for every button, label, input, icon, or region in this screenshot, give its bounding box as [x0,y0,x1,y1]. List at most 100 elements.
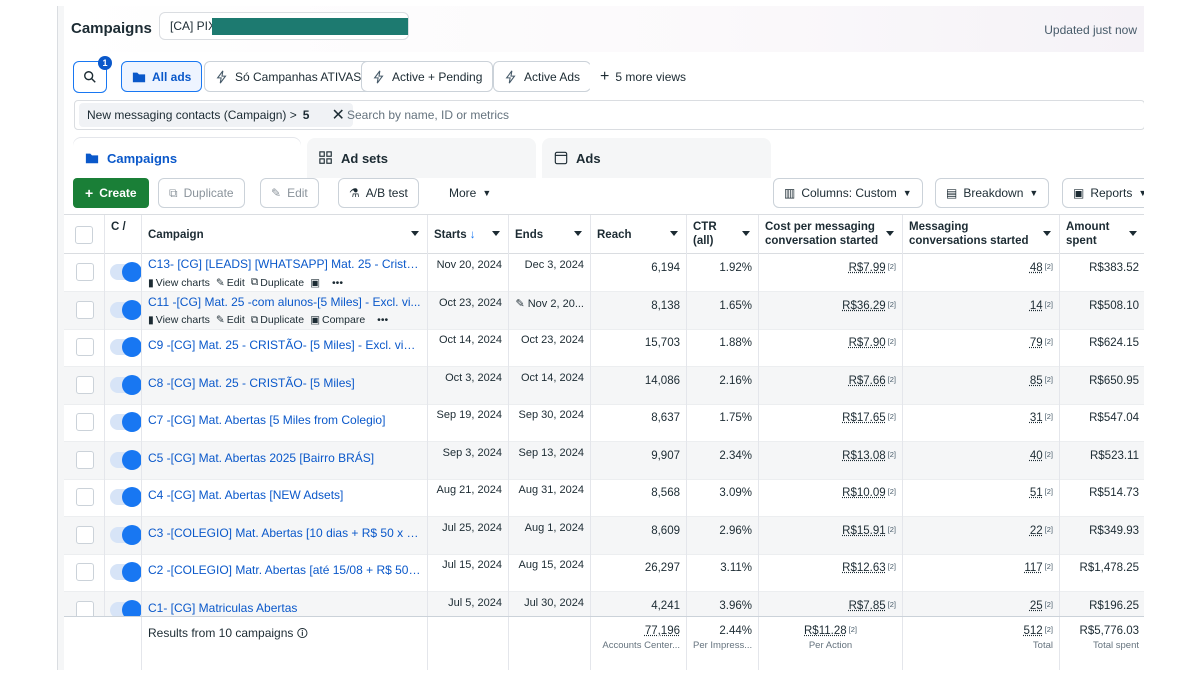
campaign-name-link[interactable]: C7 -[CG] Mat. Abertas [5 Miles from Cole… [148,413,421,427]
messaging-value[interactable]: 31 [1030,412,1043,424]
cost-value[interactable]: R$7.66 [849,375,886,387]
column-amount-spent[interactable]: Amount spent [1059,215,1144,255]
table-row[interactable]: C13- [CG] [LEADS] [WHATSAPP] Mat. 25 - C… [64,254,1144,292]
column-cost-per-conversation[interactable]: Cost per messaging conversation started [758,215,902,255]
campaign-name-link[interactable]: C5 -[CG] Mat. Abertas 2025 [Bairro BRÁS] [148,451,421,465]
more-button[interactable]: More ▼ [438,178,503,208]
summary-cost-value[interactable]: R$11.28 [804,625,847,637]
row-checkbox[interactable] [76,488,94,506]
column-starts[interactable]: Starts ↓ [427,215,508,255]
row-checkbox[interactable] [76,375,94,394]
messaging-value[interactable]: 14 [1030,300,1043,312]
campaign-toggle[interactable] [110,374,142,395]
account-selector[interactable]: [CA] PIX [159,12,409,40]
messaging-value[interactable]: 40 [1030,450,1043,462]
messaging-value[interactable]: 117 [1024,562,1042,574]
column-ctr[interactable]: CTR (all) [686,215,758,255]
breakdown-button[interactable]: ▤ Breakdown ▼ [935,178,1050,208]
view-charts-action[interactable]: ▮ View charts [148,277,210,289]
campaign-name-link[interactable]: C13- [CG] [LEADS] [WHATSAPP] Mat. 25 - C… [148,257,421,271]
campaign-name-link[interactable]: C1- [CG] Matriculas Abertas [148,601,421,615]
columns-button[interactable]: ▥ Columns: Custom ▼ [773,178,923,208]
row-checkbox[interactable] [76,413,94,431]
campaign-name-link[interactable]: C11 -[CG] Mat. 25 -com alunos-[5 Miles] … [148,295,421,309]
table-row[interactable]: C9 -[CG] Mat. 25 - CRISTÃO- [5 Miles] - … [64,329,1144,367]
view-active-ads[interactable]: Active Ads [493,61,592,92]
cost-value[interactable]: R$10.09 [842,487,885,499]
table-row[interactable]: C4 -[CG] Mat. Abertas [NEW Adsets] Aug 21… [64,479,1144,517]
summary-msgs-value[interactable]: 512 [1023,625,1042,637]
messaging-value[interactable]: 25 [1030,600,1043,612]
column-onoff[interactable]: C / [104,215,141,255]
compare-action[interactable]: ▣ Compare [310,314,365,326]
create-button[interactable]: + Create [73,178,149,208]
cost-value[interactable]: R$13.08 [842,450,885,462]
column-ends[interactable]: Ends [508,215,590,255]
messaging-value[interactable]: 48 [1030,262,1043,274]
table-row[interactable]: C8 -[CG] Mat. 25 - CRISTÃO- [5 Miles] Oct… [64,366,1144,405]
row-checkbox[interactable] [76,563,94,581]
more-options-icon[interactable]: ••• [332,277,343,289]
info-icon[interactable]: 🛈 [297,628,308,640]
campaign-toggle[interactable] [110,562,142,582]
campaign-name-link[interactable]: C3 -[COLEGIO] Mat. Abertas [10 dias + R$… [148,526,421,540]
messaging-value[interactable]: 51 [1030,487,1043,499]
cost-value[interactable]: R$36.29 [842,300,885,312]
campaign-toggle[interactable] [110,299,142,320]
table-row[interactable]: C2 -[COLEGIO] Matr. Abertas [até 15/08 +… [64,554,1144,592]
more-options-icon[interactable]: ••• [377,314,388,326]
view-active-pending[interactable]: Active + Pending [361,61,494,92]
filter-chip[interactable]: New messaging contacts (Campaign) > 5 ✕ [79,103,353,127]
column-campaign[interactable]: Campaign [141,215,427,255]
cost-value[interactable]: R$7.85 [849,600,886,612]
search-input[interactable]: Search by name, ID or metrics [347,108,509,122]
campaign-name-link[interactable]: C2 -[COLEGIO] Matr. Abertas [até 15/08 +… [148,563,421,577]
view-active-campaigns[interactable]: Só Campanhas ATIVAS [204,61,373,92]
close-icon[interactable]: ✕ [331,105,344,125]
campaign-toggle[interactable] [110,262,142,282]
ab-test-button[interactable]: ⚗ A/B test [338,178,419,208]
view-all-ads[interactable]: All ads [121,61,203,92]
messaging-value[interactable]: 85 [1030,375,1043,387]
edit-action[interactable]: ✎ Edit [216,277,245,289]
campaign-name-link[interactable]: C8 -[CG] Mat. 25 - CRISTÃO- [5 Miles] [148,376,421,390]
cost-value[interactable]: R$7.99 [849,262,886,274]
tab-campaigns[interactable]: Campaigns [73,138,301,178]
campaign-name-link[interactable]: C9 -[CG] Mat. 25 - CRISTÃO- [5 Miles] - … [148,338,421,352]
row-checkbox[interactable] [76,450,94,469]
table-row[interactable]: C5 -[CG] Mat. Abertas 2025 [Bairro BRÁS]… [64,441,1144,480]
select-all-checkbox[interactable] [75,226,93,244]
duplicate-action[interactable]: ⧉ Duplicate [251,314,304,327]
row-checkbox[interactable] [76,525,94,544]
campaign-toggle[interactable] [110,412,142,432]
row-checkbox[interactable] [76,338,94,356]
campaign-toggle[interactable] [110,487,142,507]
view-charts-action[interactable]: ▮ View charts [148,314,210,326]
campaign-toggle[interactable] [110,337,142,357]
duplicate-action[interactable]: ⧉ Duplicate [251,276,304,289]
row-checkbox[interactable] [76,300,94,319]
cost-value[interactable]: R$7.90 [849,337,886,349]
campaign-toggle[interactable] [110,524,142,545]
campaign-toggle[interactable] [110,449,142,470]
campaign-name-link[interactable]: C4 -[CG] Mat. Abertas [NEW Adsets] [148,488,421,502]
image-icon[interactable]: ▣ [310,277,320,289]
edit-button[interactable]: ✎ Edit [260,178,319,208]
tab-ads[interactable]: Ads [542,138,771,178]
more-views-button[interactable]: + 5 more views [589,61,698,92]
search-toggle-button[interactable]: 1 [73,56,112,93]
reports-button[interactable]: ▣ Reports ▼ [1062,178,1144,208]
cost-value[interactable]: R$12.63 [842,562,885,574]
cost-value[interactable]: R$15.91 [842,525,885,537]
table-row[interactable]: C3 -[COLEGIO] Mat. Abertas [10 dias + R$… [64,516,1144,555]
table-row[interactable]: C11 -[CG] Mat. 25 -com alunos-[5 Miles] … [64,291,1144,330]
tab-adsets[interactable]: Ad sets [307,138,536,178]
messaging-value[interactable]: 22 [1030,525,1043,537]
column-conversations-started[interactable]: Messaging conversations started [902,215,1059,255]
edit-action[interactable]: ✎ Edit [216,314,245,326]
duplicate-button[interactable]: ⧉ Duplicate [158,178,245,208]
column-reach[interactable]: Reach [590,215,686,255]
cost-value[interactable]: R$17.65 [842,412,885,424]
row-checkbox[interactable] [76,263,94,281]
messaging-value[interactable]: 79 [1030,337,1043,349]
